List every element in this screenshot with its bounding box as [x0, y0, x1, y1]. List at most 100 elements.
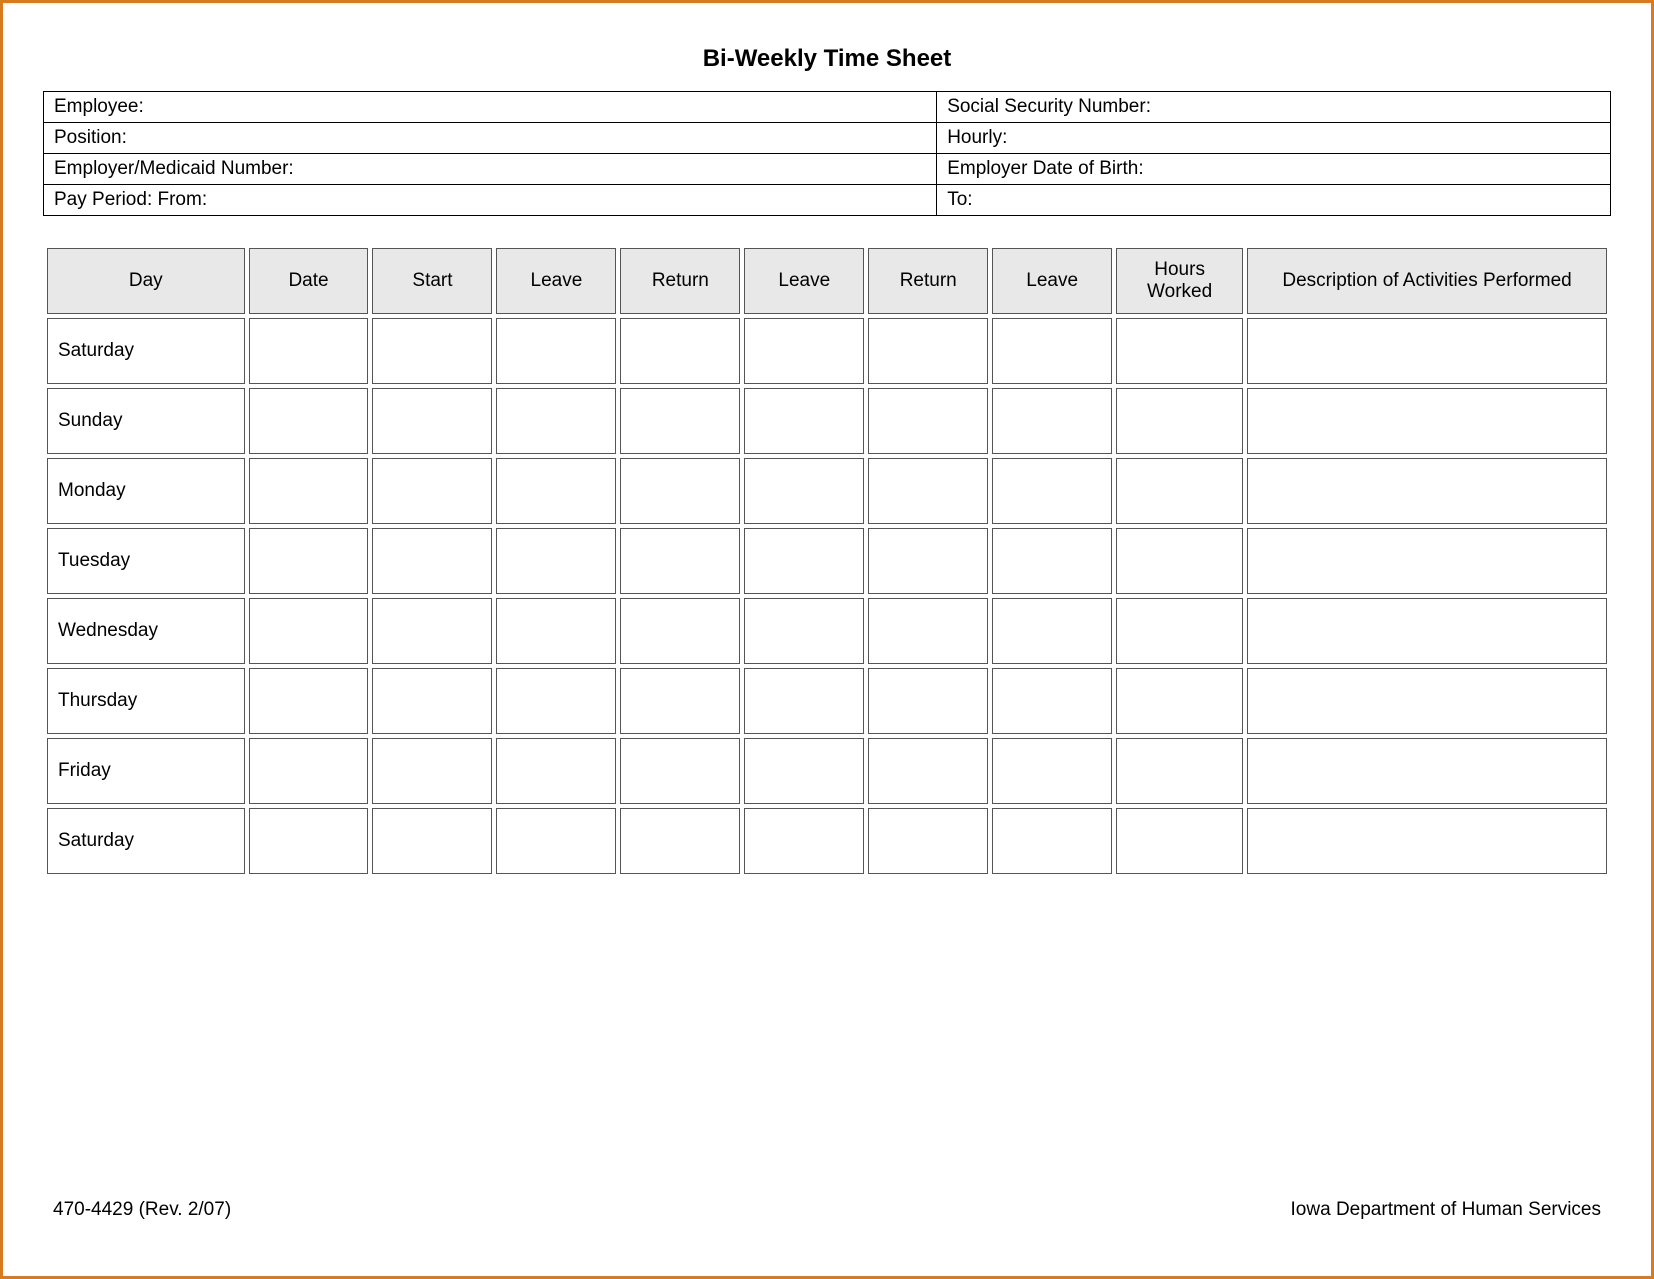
cell-date[interactable]: [249, 528, 369, 594]
cell-description[interactable]: [1247, 458, 1607, 524]
info-hourly: Hourly:: [937, 123, 1611, 154]
cell-leave3[interactable]: [992, 458, 1112, 524]
page-title: Bi-Weekly Time Sheet: [43, 45, 1611, 73]
time-table: Day Date Start Leave Return Leave Return…: [43, 244, 1611, 878]
cell-start[interactable]: [372, 738, 492, 804]
col-hours-worked: Hours Worked: [1116, 248, 1243, 314]
cell-hours[interactable]: [1116, 318, 1243, 384]
cell-day: Saturday: [47, 318, 245, 384]
cell-description[interactable]: [1247, 388, 1607, 454]
cell-leave2[interactable]: [744, 458, 864, 524]
cell-return1[interactable]: [620, 318, 740, 384]
cell-return2[interactable]: [868, 458, 988, 524]
col-start: Start: [372, 248, 492, 314]
cell-date[interactable]: [249, 598, 369, 664]
cell-day: Saturday: [47, 808, 245, 874]
cell-leave2[interactable]: [744, 598, 864, 664]
cell-leave3[interactable]: [992, 388, 1112, 454]
cell-leave3[interactable]: [992, 668, 1112, 734]
info-table: Employee: Social Security Number: Positi…: [43, 91, 1611, 216]
table-row: Saturday: [47, 808, 1607, 874]
info-pay-period-from: Pay Period: From:: [44, 185, 937, 216]
col-leave3: Leave: [992, 248, 1112, 314]
cell-leave1[interactable]: [496, 458, 616, 524]
table-row: Sunday: [47, 388, 1607, 454]
table-row: Tuesday: [47, 528, 1607, 594]
cell-leave3[interactable]: [992, 598, 1112, 664]
cell-return2[interactable]: [868, 808, 988, 874]
cell-leave3[interactable]: [992, 738, 1112, 804]
cell-return1[interactable]: [620, 388, 740, 454]
cell-leave3[interactable]: [992, 528, 1112, 594]
table-row: Friday: [47, 738, 1607, 804]
cell-leave1[interactable]: [496, 318, 616, 384]
cell-hours[interactable]: [1116, 458, 1243, 524]
cell-leave1[interactable]: [496, 598, 616, 664]
cell-start[interactable]: [372, 458, 492, 524]
cell-date[interactable]: [249, 388, 369, 454]
cell-day: Thursday: [47, 668, 245, 734]
cell-hours[interactable]: [1116, 388, 1243, 454]
cell-date[interactable]: [249, 318, 369, 384]
cell-leave1[interactable]: [496, 668, 616, 734]
cell-return1[interactable]: [620, 528, 740, 594]
cell-description[interactable]: [1247, 808, 1607, 874]
cell-date[interactable]: [249, 668, 369, 734]
cell-leave2[interactable]: [744, 318, 864, 384]
cell-leave2[interactable]: [744, 808, 864, 874]
cell-start[interactable]: [372, 808, 492, 874]
cell-hours[interactable]: [1116, 738, 1243, 804]
cell-leave3[interactable]: [992, 808, 1112, 874]
cell-description[interactable]: [1247, 668, 1607, 734]
cell-return1[interactable]: [620, 458, 740, 524]
cell-leave2[interactable]: [744, 668, 864, 734]
cell-leave1[interactable]: [496, 528, 616, 594]
time-table-body: Saturday Sunday: [47, 318, 1607, 874]
cell-date[interactable]: [249, 808, 369, 874]
cell-start[interactable]: [372, 598, 492, 664]
col-return1: Return: [620, 248, 740, 314]
cell-leave2[interactable]: [744, 388, 864, 454]
cell-description[interactable]: [1247, 318, 1607, 384]
cell-day: Sunday: [47, 388, 245, 454]
table-row: Monday: [47, 458, 1607, 524]
cell-leave2[interactable]: [744, 738, 864, 804]
info-to: To:: [937, 185, 1611, 216]
cell-return2[interactable]: [868, 318, 988, 384]
cell-start[interactable]: [372, 528, 492, 594]
col-day: Day: [47, 248, 245, 314]
col-leave2: Leave: [744, 248, 864, 314]
cell-start[interactable]: [372, 668, 492, 734]
cell-date[interactable]: [249, 458, 369, 524]
cell-return1[interactable]: [620, 668, 740, 734]
info-employee: Employee:: [44, 92, 937, 123]
department-name: Iowa Department of Human Services: [1291, 1199, 1601, 1221]
cell-leave3[interactable]: [992, 318, 1112, 384]
cell-start[interactable]: [372, 388, 492, 454]
cell-return2[interactable]: [868, 598, 988, 664]
cell-leave1[interactable]: [496, 808, 616, 874]
cell-hours[interactable]: [1116, 808, 1243, 874]
table-row: Thursday: [47, 668, 1607, 734]
cell-return1[interactable]: [620, 598, 740, 664]
cell-leave2[interactable]: [744, 528, 864, 594]
cell-hours[interactable]: [1116, 528, 1243, 594]
info-employer-medicaid: Employer/Medicaid Number:: [44, 154, 937, 185]
cell-start[interactable]: [372, 318, 492, 384]
cell-return2[interactable]: [868, 738, 988, 804]
cell-description[interactable]: [1247, 528, 1607, 594]
footer: 470-4429 (Rev. 2/07) Iowa Department of …: [53, 1199, 1601, 1221]
cell-hours[interactable]: [1116, 598, 1243, 664]
table-row: Wednesday: [47, 598, 1607, 664]
cell-date[interactable]: [249, 738, 369, 804]
cell-leave1[interactable]: [496, 388, 616, 454]
cell-description[interactable]: [1247, 738, 1607, 804]
cell-return2[interactable]: [868, 388, 988, 454]
cell-description[interactable]: [1247, 598, 1607, 664]
cell-return2[interactable]: [868, 528, 988, 594]
cell-return1[interactable]: [620, 808, 740, 874]
cell-leave1[interactable]: [496, 738, 616, 804]
cell-return1[interactable]: [620, 738, 740, 804]
cell-return2[interactable]: [868, 668, 988, 734]
cell-hours[interactable]: [1116, 668, 1243, 734]
